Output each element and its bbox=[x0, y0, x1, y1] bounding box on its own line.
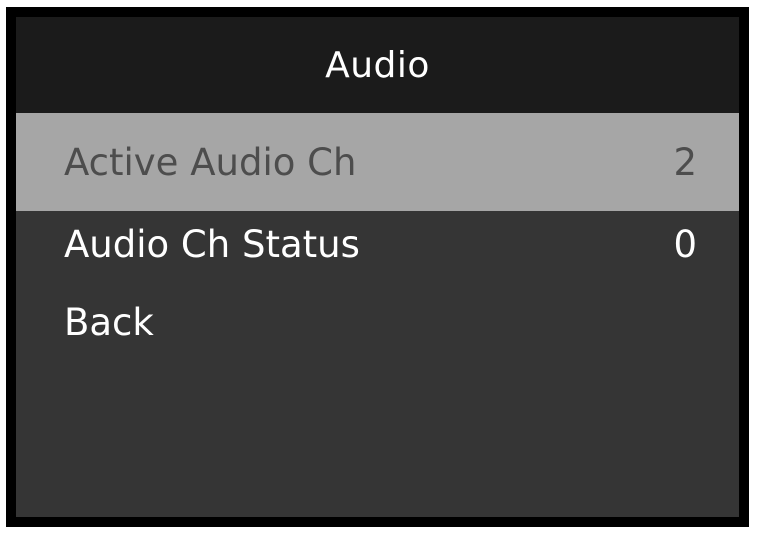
menu-item-audio-ch-status[interactable]: Audio Ch Status 0 bbox=[16, 205, 739, 283]
menu-title: Audio bbox=[325, 44, 430, 86]
menu-header: Audio bbox=[16, 17, 739, 113]
menu-item-value: 0 bbox=[673, 222, 697, 266]
menu-item-label: Audio Ch Status bbox=[64, 222, 360, 266]
osd-screen: Audio Active Audio Ch 2 Audio Ch Status … bbox=[6, 7, 749, 527]
menu-item-label: Active Audio Ch bbox=[64, 140, 357, 184]
menu-item-label: Back bbox=[64, 300, 154, 344]
menu-item-value: 2 bbox=[673, 140, 697, 184]
menu-panel: Active Audio Ch 2 Audio Ch Status 0 Back bbox=[16, 113, 739, 517]
menu-item-back[interactable]: Back bbox=[16, 283, 739, 361]
menu-item-active-audio-ch[interactable]: Active Audio Ch 2 bbox=[16, 113, 739, 211]
